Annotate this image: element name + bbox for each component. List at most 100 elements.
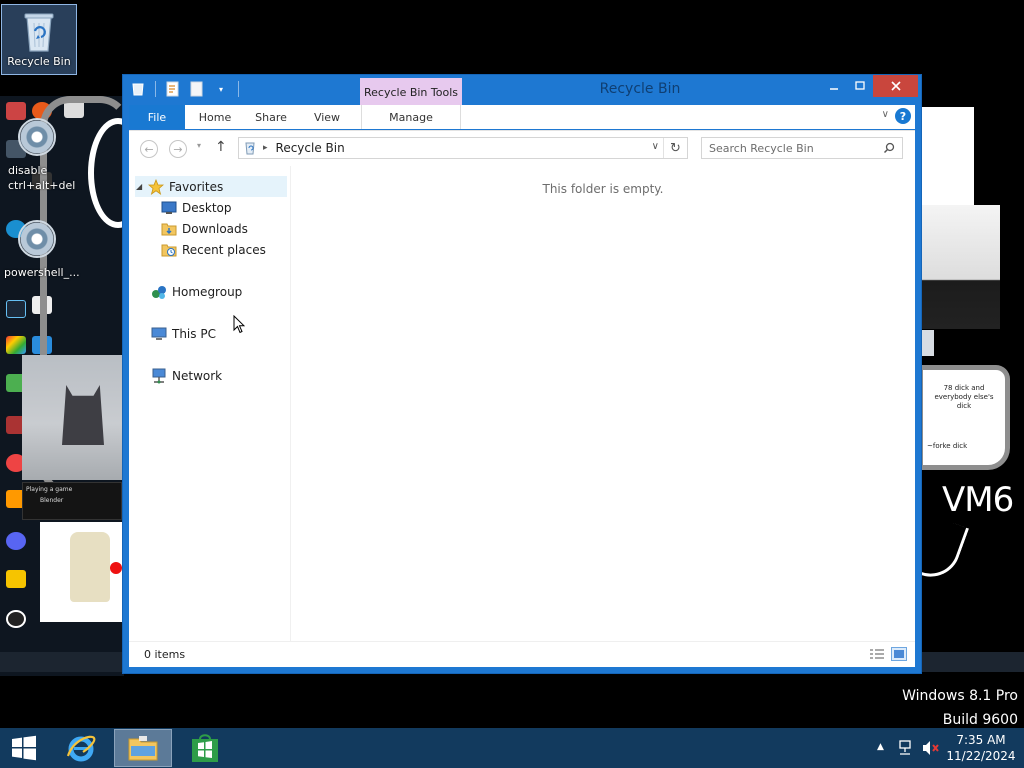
collapse-arrow-icon[interactable]: ◢ (136, 182, 146, 191)
search-icon[interactable] (883, 142, 895, 154)
large-icons-view-button[interactable] (891, 647, 907, 661)
wallpaper-white-panel (918, 107, 974, 205)
network-tray-icon[interactable] (898, 740, 914, 759)
nav-network[interactable]: Network (151, 365, 222, 386)
tab-file[interactable]: File (129, 105, 185, 129)
nav-this-pc[interactable]: This PC (151, 323, 216, 344)
nav-favorites[interactable]: ◢ Favorites (135, 176, 287, 197)
wallpaper-vm-label: VM6 (942, 480, 1014, 520)
nav-homegroup-label: Homegroup (172, 284, 243, 299)
watermark-edition: Windows 8.1 Pro (902, 688, 1018, 704)
search-input[interactable] (709, 141, 874, 155)
windows-watermark: Windows 8.1 Pro Build 9600 (902, 684, 1018, 732)
popup-title: Playing a game (26, 486, 73, 493)
computer-icon (151, 326, 167, 342)
quick-access-toolbar: ▾ (129, 80, 241, 98)
forward-button[interactable]: → (169, 140, 187, 158)
file-explorer-icon (128, 736, 158, 761)
tab-share[interactable]: Share (245, 105, 297, 129)
recycle-bin-tools-tab[interactable]: Recycle Bin Tools (360, 78, 462, 106)
nav-desktop-label: Desktop (182, 200, 232, 215)
star-icon (148, 178, 164, 195)
breadcrumb-recycle-bin[interactable]: Recycle Bin (276, 141, 345, 155)
nav-recent-places-label: Recent places (182, 242, 266, 257)
store-taskbar-button[interactable] (176, 729, 234, 767)
up-arrow-icon[interactable]: ↑ (215, 139, 227, 155)
back-button[interactable]: ← (140, 140, 158, 158)
nav-homegroup[interactable]: Homegroup (151, 281, 242, 302)
wallpaper-screenshot (918, 205, 1000, 329)
nav-recent-places[interactable]: Recent places (161, 239, 266, 260)
navigation-bar: ← → ▾ ↑ ▸ Recycle Bin ∨ ↻ (129, 130, 915, 166)
maximize-button[interactable] (847, 75, 873, 97)
help-icon[interactable]: ? (895, 108, 911, 124)
wallpaper-popup: Playing a game Blender (22, 482, 122, 520)
wallpaper-note: 78 dick and everybody else's dick ~forke… (918, 365, 1010, 470)
system-clock[interactable]: 7:35 AM 11/22/2024 (946, 732, 1016, 764)
details-view-icon (870, 649, 884, 659)
breadcrumb-separator-icon[interactable]: ▸ (263, 143, 268, 153)
internet-explorer-icon (66, 735, 96, 762)
desktop-recycle-bin[interactable]: Recycle Bin (1, 4, 77, 75)
nav-downloads[interactable]: Downloads (161, 218, 248, 239)
recycle-bin-icon (21, 9, 57, 53)
status-bar: 0 items (129, 641, 915, 667)
explorer-window: ▾ Recycle Bin Tools Recycle Bin File Hom… (122, 74, 922, 674)
search-box[interactable] (701, 137, 903, 159)
downloads-folder-icon (161, 221, 177, 237)
toy-body (70, 532, 110, 602)
close-button[interactable] (873, 75, 918, 97)
mouse-cursor-icon (233, 315, 245, 334)
wallpaper-mini-taskbar (0, 652, 124, 672)
item-count: 0 items (144, 648, 186, 661)
details-view-button[interactable] (869, 647, 885, 661)
new-folder-icon[interactable] (188, 80, 206, 98)
nav-desktop[interactable]: Desktop (161, 197, 232, 218)
expand-ribbon-icon[interactable]: ∨ (882, 109, 889, 120)
mini-icon (6, 570, 26, 588)
minimize-button[interactable] (821, 75, 847, 97)
homegroup-icon (151, 284, 167, 300)
tab-home[interactable]: Home (189, 105, 241, 129)
recycle-bin-icon (129, 80, 147, 98)
popup-app: Blender (40, 497, 64, 504)
refresh-icon[interactable]: ↻ (663, 138, 687, 158)
address-bar[interactable]: ▸ Recycle Bin ∨ ↻ (238, 137, 688, 159)
customize-qat-icon[interactable]: ▾ (212, 80, 230, 98)
mini-icon (6, 102, 26, 120)
gear-icon (18, 220, 56, 258)
tab-view[interactable]: View (301, 105, 353, 129)
windows-logo-icon (12, 735, 36, 761)
window-title-text: Recycle Bin (599, 81, 681, 97)
forward-arrow-icon: → (173, 142, 183, 156)
network-icon (151, 368, 167, 384)
nav-favorites-label: Favorites (169, 179, 224, 194)
properties-icon[interactable] (164, 80, 182, 98)
start-button[interactable] (0, 728, 48, 768)
wallpaper-mini-taskbar (918, 652, 1024, 672)
large-icons-view-icon (894, 650, 904, 658)
title-bar[interactable]: ▾ Recycle Bin Tools Recycle Bin (123, 75, 921, 106)
empty-folder-message: This folder is empty. (542, 182, 664, 196)
recent-locations-chevron-icon[interactable]: ▾ (197, 141, 201, 150)
mini-icon (6, 532, 26, 550)
mini-icon (6, 336, 26, 354)
disable-shortcut-label: disable ctrl+alt+del (8, 164, 76, 192)
internet-explorer-taskbar-button[interactable] (52, 729, 110, 767)
mini-icon (6, 610, 26, 628)
game-character (62, 385, 104, 445)
powershell-shortcut-label: powershell_... (4, 266, 80, 279)
nav-downloads-label: Downloads (182, 221, 248, 236)
toy-red-dot (110, 562, 122, 574)
show-hidden-icons-chevron-icon[interactable]: ▲ (877, 742, 884, 752)
taskbar: ▲ 7:35 AM 11/22/2024 (0, 728, 1024, 768)
wallpaper-toy-image (40, 522, 122, 622)
address-dropdown-icon[interactable]: ∨ (652, 141, 659, 152)
tab-manage[interactable]: Manage (361, 105, 461, 129)
muted-volume-icon[interactable] (922, 740, 940, 759)
desktop-icon (161, 200, 177, 216)
content-area: ◢ Favorites Desktop Downloads Recent pla… (129, 166, 915, 641)
ribbon-tabs: File Home Share View Manage ∨ ? (129, 105, 915, 129)
nav-network-label: Network (172, 368, 223, 383)
file-explorer-taskbar-button[interactable] (114, 729, 172, 767)
